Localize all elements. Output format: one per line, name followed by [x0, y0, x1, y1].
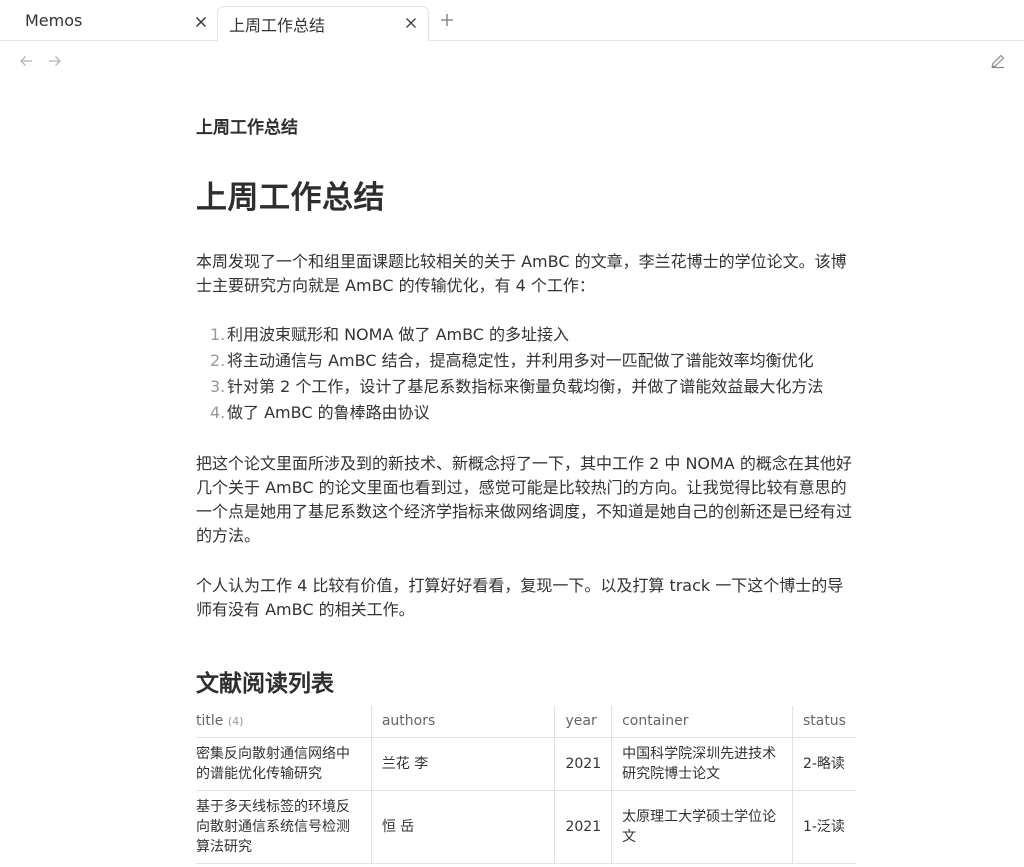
tab-bar: Memos 上周工作总结 — [0, 0, 1024, 41]
tab-label: Memos — [25, 11, 83, 30]
cell-year[interactable]: 2021 — [554, 790, 613, 864]
cell-status[interactable]: 1-泛读 — [792, 790, 856, 864]
close-tab-button[interactable] — [191, 12, 211, 32]
cell-title[interactable]: 密集反向散射通信网络中的谱能优化传输研究 — [196, 737, 372, 791]
page-heading: 上周工作总结 — [196, 180, 385, 216]
list-text: 将主动通信与 AmBC 结合，提高稳定性，并利用多对一匹配做了谱能效率均衡优化 — [227, 351, 814, 370]
column-header-status[interactable]: status — [792, 706, 856, 738]
list-item: 2. 将主动通信与 AmBC 结合，提高稳定性，并利用多对一匹配做了谱能效率均衡优… — [210, 348, 858, 374]
close-tab-button[interactable] — [401, 13, 421, 33]
cell-status[interactable]: 2-略读 — [792, 737, 856, 791]
cell-authors[interactable]: 兰花 李 — [371, 737, 556, 791]
list-item: 1. 利用波束赋形和 NOMA 做了 AmBC 的多址接入 — [210, 322, 858, 348]
cell-title[interactable]: 基于多天线标签的环境反向散射通信系统信号检测算法研究 — [196, 790, 372, 864]
column-header-container[interactable]: container — [611, 706, 793, 738]
close-icon — [196, 17, 206, 27]
cell-year[interactable]: 2021 — [554, 737, 613, 791]
new-tab-button[interactable] — [437, 10, 457, 30]
table-row: 密集反向散射通信网络中的谱能优化传输研究 兰花 李 2021 中国科学院深圳先进… — [196, 737, 856, 791]
plus-icon — [441, 14, 453, 26]
literature-table: title (4) authors year container status … — [196, 706, 856, 864]
table-row: 基于多天线标签的环境反向散射通信系统信号检测算法研究 恒 岳 2021 太原理工… — [196, 790, 856, 864]
list-number: 4. — [210, 403, 226, 422]
note-content: 上周工作总结 上周工作总结 本周发现了一个和组里面课题比较相关的关于 AmBC … — [196, 110, 858, 702]
column-header-year[interactable]: year — [554, 706, 613, 738]
list-text: 做了 AmBC 的鲁棒路由协议 — [227, 403, 430, 422]
tab-active-note[interactable]: 上周工作总结 — [217, 6, 429, 41]
arrow-left-icon — [20, 56, 32, 66]
back-button[interactable] — [17, 52, 35, 70]
arrow-right-icon — [49, 56, 61, 66]
work-list: 1. 利用波束赋形和 NOMA 做了 AmBC 的多址接入 2. 将主动通信与 Am… — [196, 322, 858, 426]
forward-button[interactable] — [46, 52, 64, 70]
close-icon — [406, 18, 416, 28]
list-text: 利用波束赋形和 NOMA 做了 AmBC 的多址接入 — [227, 325, 570, 344]
intro-paragraph: 本周发现了一个和组里面课题比较相关的关于 AmBC 的文章，李兰花博士的学位论文… — [196, 252, 847, 295]
cell-container[interactable]: 太原理工大学硕士学位论文 — [611, 790, 793, 864]
list-item: 3. 针对第 2 个工作，设计了基尼系数指标来衡量负载均衡，并做了谱能效益最大化方… — [210, 374, 858, 400]
header-label: title — [196, 713, 224, 730]
analysis-paragraph: 把这个论文里面所涉及到的新技术、新概念捋了一下，其中工作 2 中 NOMA 的概… — [196, 454, 853, 545]
tab-label: 上周工作总结 — [229, 16, 326, 35]
row-count: (4) — [227, 715, 244, 729]
cell-container[interactable]: 中国科学院深圳先进技术研究院博士论文 — [611, 737, 793, 791]
list-item: 4. 做了 AmBC 的鲁棒路由协议 — [210, 400, 858, 426]
column-header-authors[interactable]: authors — [371, 706, 556, 738]
list-number: 3. — [210, 377, 226, 396]
list-number: 2. — [210, 351, 226, 370]
tab-memos[interactable]: Memos — [0, 0, 217, 41]
edit-mode-button[interactable] — [988, 51, 1008, 71]
column-header-title[interactable]: title (4) — [196, 706, 372, 738]
list-number: 1. — [210, 325, 226, 344]
list-text: 针对第 2 个工作，设计了基尼系数指标来衡量负载均衡，并做了谱能效益最大化方法 — [227, 377, 824, 396]
cell-authors[interactable]: 恒 岳 — [371, 790, 556, 864]
section-heading: 文献阅读列表 — [196, 671, 334, 697]
inline-title[interactable]: 上周工作总结 — [196, 110, 858, 146]
plan-paragraph: 个人认为工作 4 比较有价值，打算好好看看，复现一下。以及打算 track 一下… — [196, 576, 844, 619]
pencil-icon — [991, 54, 1005, 69]
table-header-row: title (4) authors year container status — [196, 706, 856, 738]
